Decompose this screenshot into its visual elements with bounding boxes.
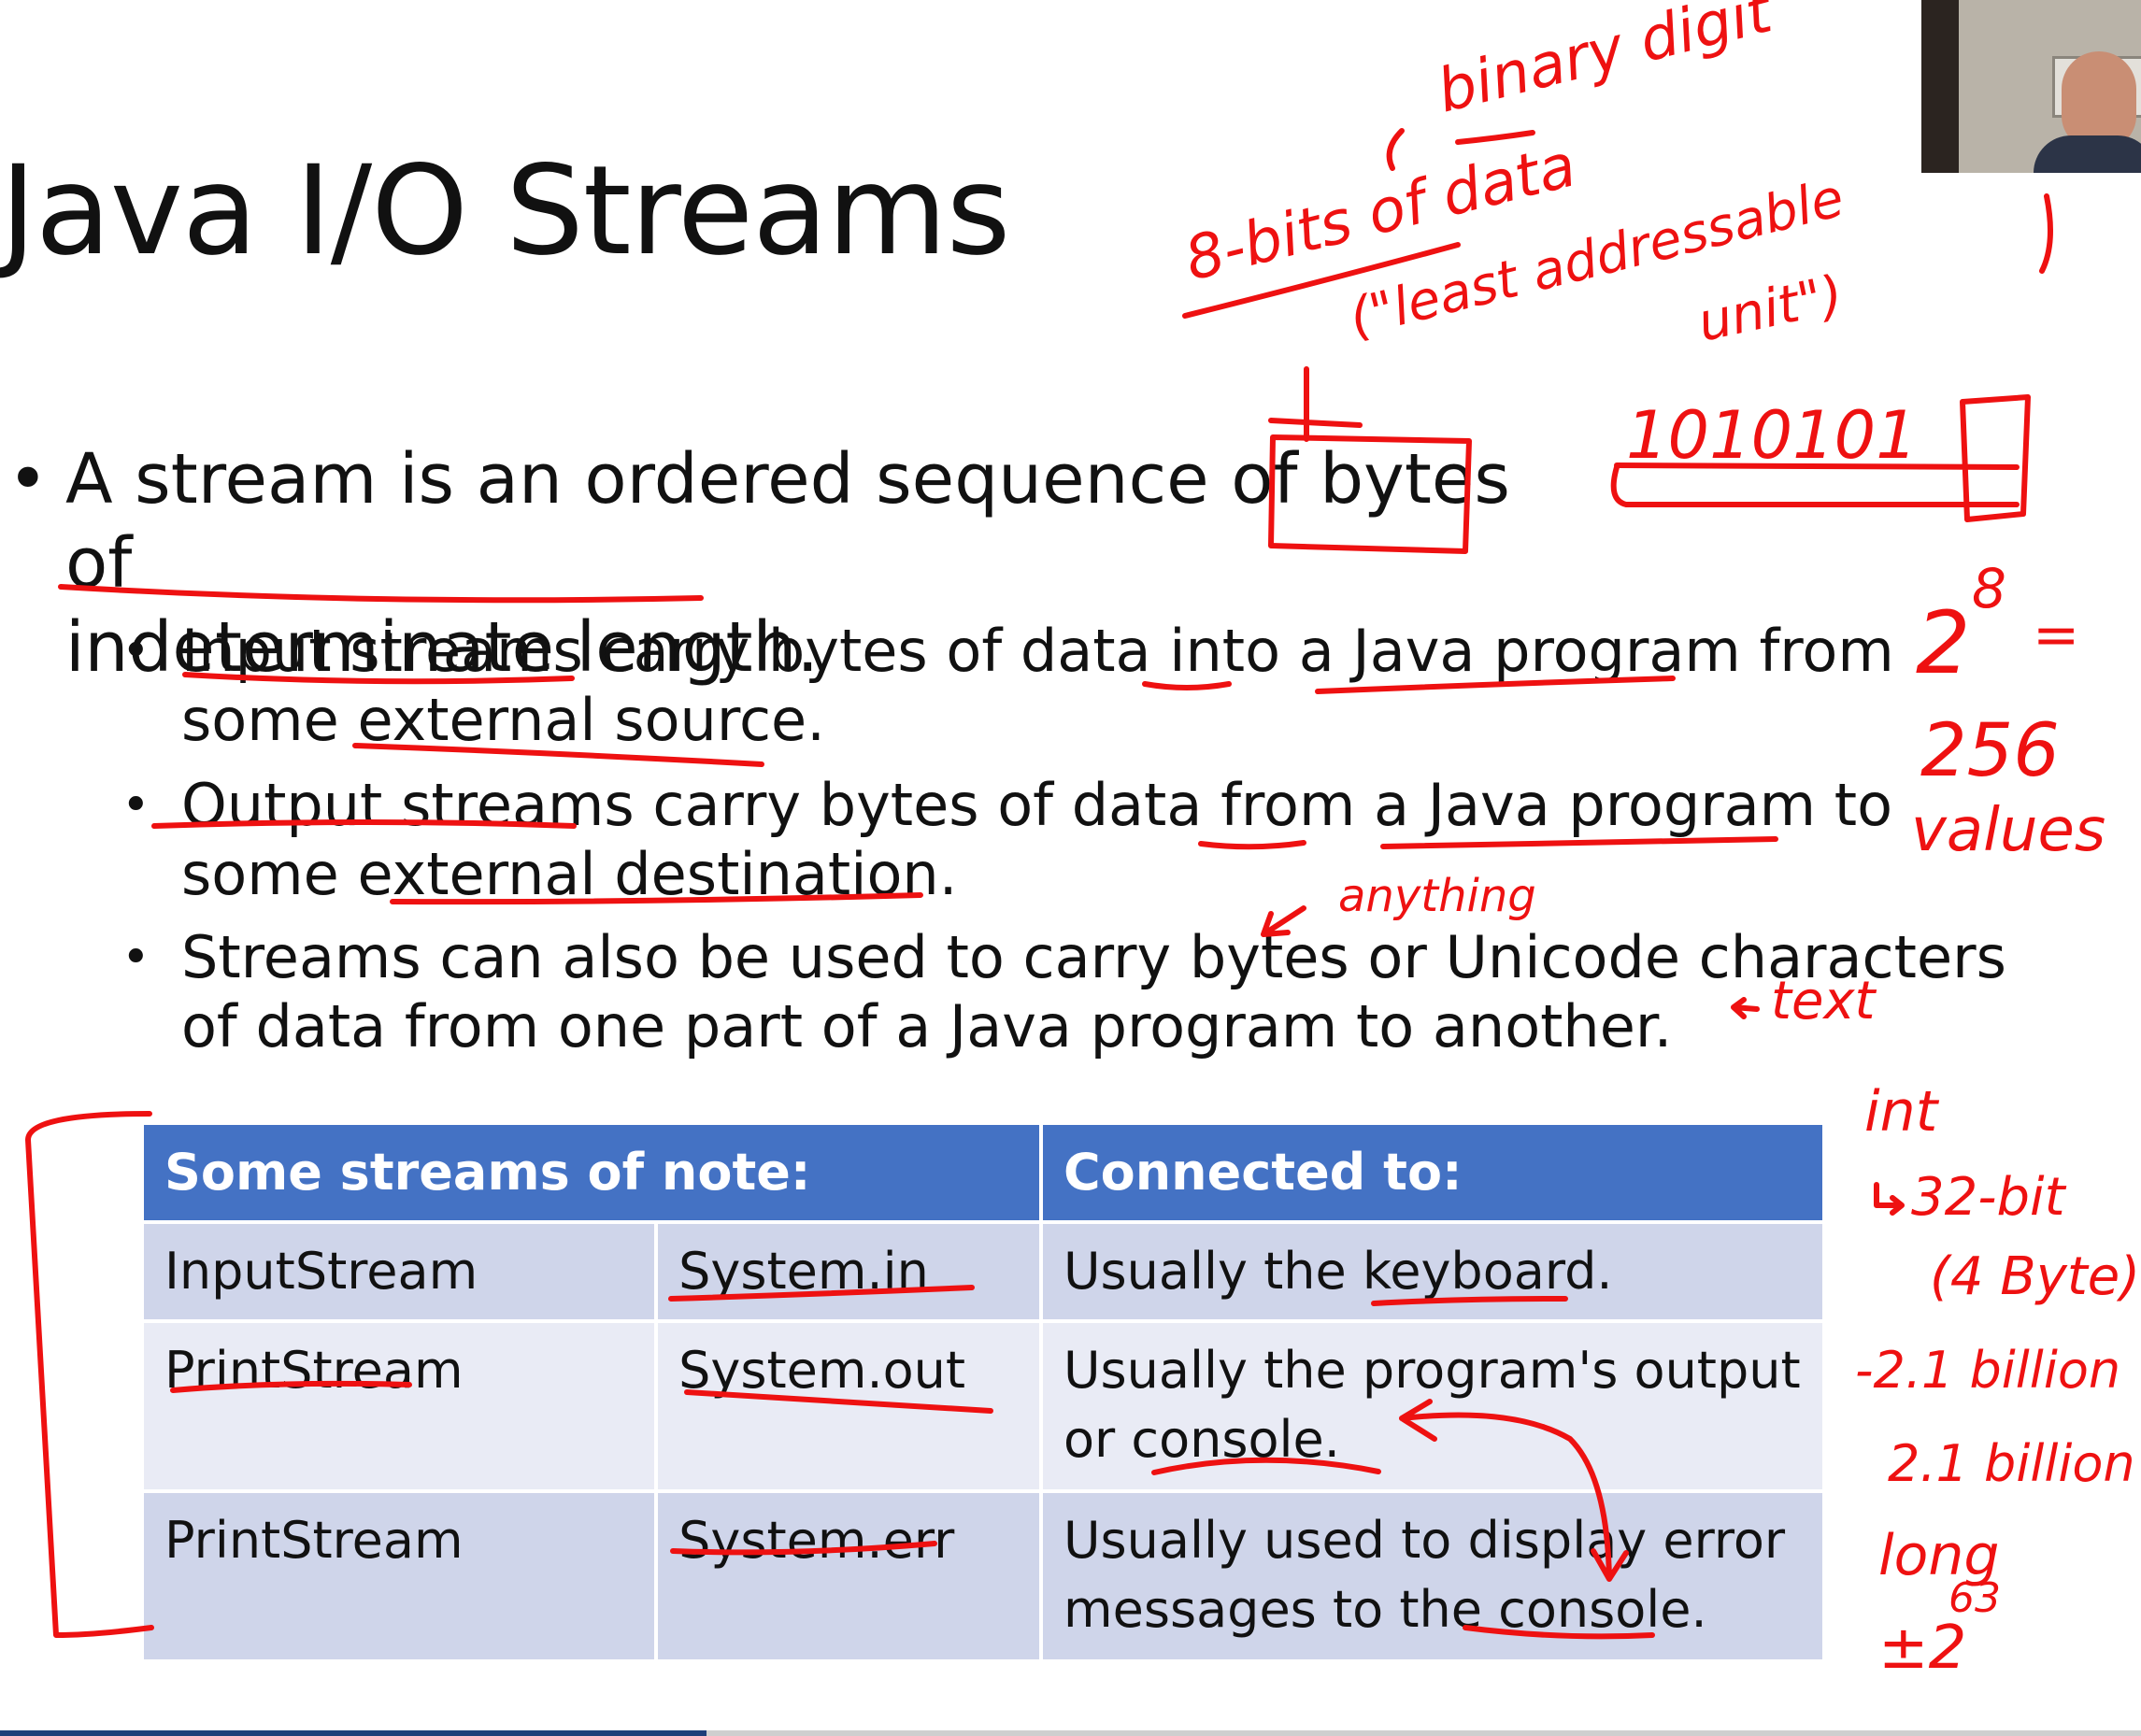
cell-target-line1: Usually used to display error <box>1063 1511 1786 1570</box>
cell-target-line2: or console. <box>1063 1410 1340 1469</box>
cell-target-line1: Usually the program's output <box>1063 1341 1801 1400</box>
bullet-glyph: • <box>121 623 150 679</box>
ink-long-exp: 63 <box>1948 1574 2001 1622</box>
ink-table-bracket <box>25 1111 154 1638</box>
ink-underline-bits <box>1182 242 1461 319</box>
cell-target-line1: Usually the keyboard. <box>1063 1242 1613 1301</box>
table-header-row: Some streams of note: Connected to: <box>140 1121 1826 1224</box>
cell-object: System.err <box>654 1489 1043 1663</box>
header-connected: Connected to: <box>1039 1121 1826 1224</box>
ink-box-bits <box>1614 394 2031 522</box>
main-bullet-line1: A stream is an ordered sequence of bytes… <box>65 439 1510 604</box>
ink-least-addressable: ("least addressable <box>1344 167 1850 349</box>
ink-arrow-32bit <box>1874 1182 1905 1216</box>
sub-bullet-line2: some external destination. <box>181 840 958 908</box>
ink-underline-binary <box>1455 130 1535 145</box>
presenter-webcam <box>1921 0 2141 173</box>
streams-table: Some streams of note: Connected to: Inpu… <box>139 1121 1826 1663</box>
bullet-glyph: • <box>121 777 150 833</box>
cell-target: Usually used to display error messages t… <box>1039 1489 1826 1663</box>
ink-equals: = <box>2033 603 2079 668</box>
cell-target-line2: messages to the console. <box>1063 1580 1707 1639</box>
cell-object: System.out <box>654 1319 1043 1493</box>
ink-long-range: ±2 <box>1878 1614 1966 1683</box>
bullet-glyph: • <box>7 439 49 519</box>
ink-32bit: 32-bit <box>1911 1167 2067 1228</box>
table-row: InputStream System.in Usually the keyboa… <box>139 1220 1826 1323</box>
video-progress-fill <box>0 1730 707 1736</box>
cell-target: Usually the program's output or console. <box>1039 1319 1826 1493</box>
ink-4byte: (4 Byte) <box>1930 1246 2140 1307</box>
ink-pointer-bytes <box>1268 366 1363 442</box>
sub-bullet-line2: some external source. <box>181 686 825 754</box>
bullet-glyph: • <box>121 930 150 986</box>
ink-neg-billion: -2.1 billion <box>1855 1341 2120 1400</box>
sub-bullet-line2: of data from one part of a Java program … <box>181 992 1673 1060</box>
ink-paren-right <box>2039 193 2053 274</box>
ink-bit-pattern: 1010101 <box>1626 397 1918 474</box>
ink-paren-left <box>1386 128 1405 171</box>
sub-bullet-line1: Streams can also be used to carry bytes … <box>181 923 2006 991</box>
ink-exp8: 8 <box>1972 557 2006 620</box>
ink-bracket-bits <box>1610 464 2020 507</box>
cell-class: InputStream <box>139 1220 659 1323</box>
ink-int: int <box>1864 1079 1940 1145</box>
ink-long: long <box>1878 1523 2000 1588</box>
cell-class: PrintStream <box>139 1489 659 1663</box>
cell-object: System.in <box>654 1220 1043 1323</box>
header-streams: Some streams of note: <box>140 1121 1043 1224</box>
sub-bullet-line1: Input streams carry bytes of data into a… <box>181 617 1894 685</box>
ink-unit: unit") <box>1692 264 1848 354</box>
table-row: PrintStream System.err Usually used to d… <box>139 1489 1826 1663</box>
sub-bullet-line1: Output streams carry bytes of data from … <box>181 771 1893 839</box>
ink-pos-billion: 2.1 billion <box>1888 1434 2135 1493</box>
ink-8bits: 8-bits of data <box>1178 131 1582 294</box>
ink-binary-digit: binary digit <box>1431 0 1781 127</box>
slide-title: Java I/O Streams <box>0 139 1010 283</box>
video-progress-bar[interactable] <box>0 1730 2141 1736</box>
cell-target: Usually the keyboard. <box>1039 1220 1826 1323</box>
cell-class: PrintStream <box>139 1319 659 1493</box>
table-row: PrintStream System.out Usually the progr… <box>139 1319 1826 1493</box>
